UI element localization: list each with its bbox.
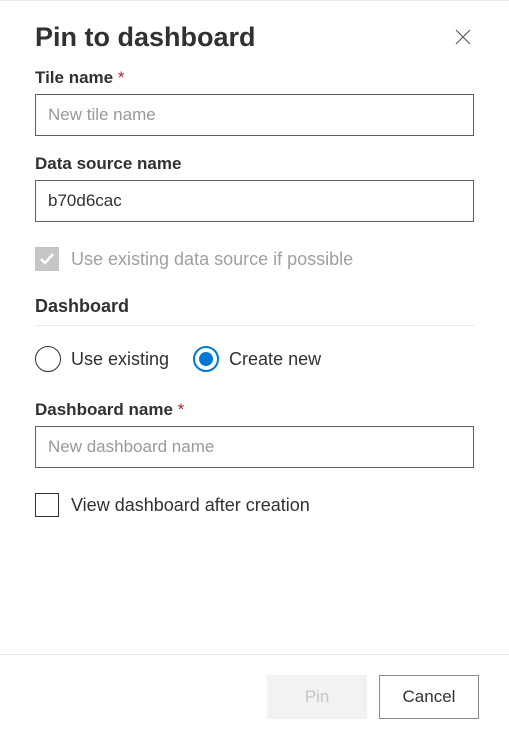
radio-use-existing-label: Use existing xyxy=(71,349,169,370)
data-source-label: Data source name xyxy=(35,154,474,174)
required-mark: * xyxy=(178,400,185,419)
dialog-title: Pin to dashboard xyxy=(35,22,256,53)
cancel-button[interactable]: Cancel xyxy=(379,675,479,719)
tile-name-input[interactable] xyxy=(35,94,474,136)
pin-button[interactable]: Pin xyxy=(267,675,367,719)
dialog-header: Pin to dashboard xyxy=(0,1,509,63)
view-after-checkbox[interactable] xyxy=(35,493,59,517)
dashboard-name-group: Dashboard name * xyxy=(35,400,474,468)
close-button[interactable] xyxy=(447,21,479,53)
tile-name-label-text: Tile name xyxy=(35,68,113,87)
dashboard-radio-group: Use existing Create new xyxy=(35,346,474,372)
data-source-group: Data source name xyxy=(35,154,474,222)
radio-create-new[interactable]: Create new xyxy=(193,346,321,372)
radio-dot xyxy=(199,352,213,366)
view-after-row: View dashboard after creation xyxy=(35,493,474,517)
radio-circle-unselected xyxy=(35,346,61,372)
radio-circle-selected xyxy=(193,346,219,372)
required-mark: * xyxy=(118,68,125,87)
dialog-body: Tile name * Data source name Use existin… xyxy=(0,63,509,654)
dashboard-name-input[interactable] xyxy=(35,426,474,468)
dashboard-section-label: Dashboard xyxy=(35,296,474,317)
tile-name-group: Tile name * xyxy=(35,68,474,136)
tile-name-label: Tile name * xyxy=(35,68,474,88)
divider xyxy=(35,325,474,326)
view-after-label: View dashboard after creation xyxy=(71,495,310,516)
radio-create-new-label: Create new xyxy=(229,349,321,370)
use-existing-source-label: Use existing data source if possible xyxy=(71,249,353,270)
use-existing-source-checkbox xyxy=(35,247,59,271)
pin-dashboard-dialog: Pin to dashboard Tile name * Data source… xyxy=(0,0,509,739)
checkmark-icon xyxy=(39,251,55,267)
dashboard-name-label: Dashboard name * xyxy=(35,400,474,420)
radio-use-existing[interactable]: Use existing xyxy=(35,346,169,372)
use-existing-source-row: Use existing data source if possible xyxy=(35,247,474,271)
dialog-footer: Pin Cancel xyxy=(0,654,509,739)
data-source-input[interactable] xyxy=(35,180,474,222)
dashboard-name-label-text: Dashboard name xyxy=(35,400,173,419)
close-icon xyxy=(455,29,471,45)
